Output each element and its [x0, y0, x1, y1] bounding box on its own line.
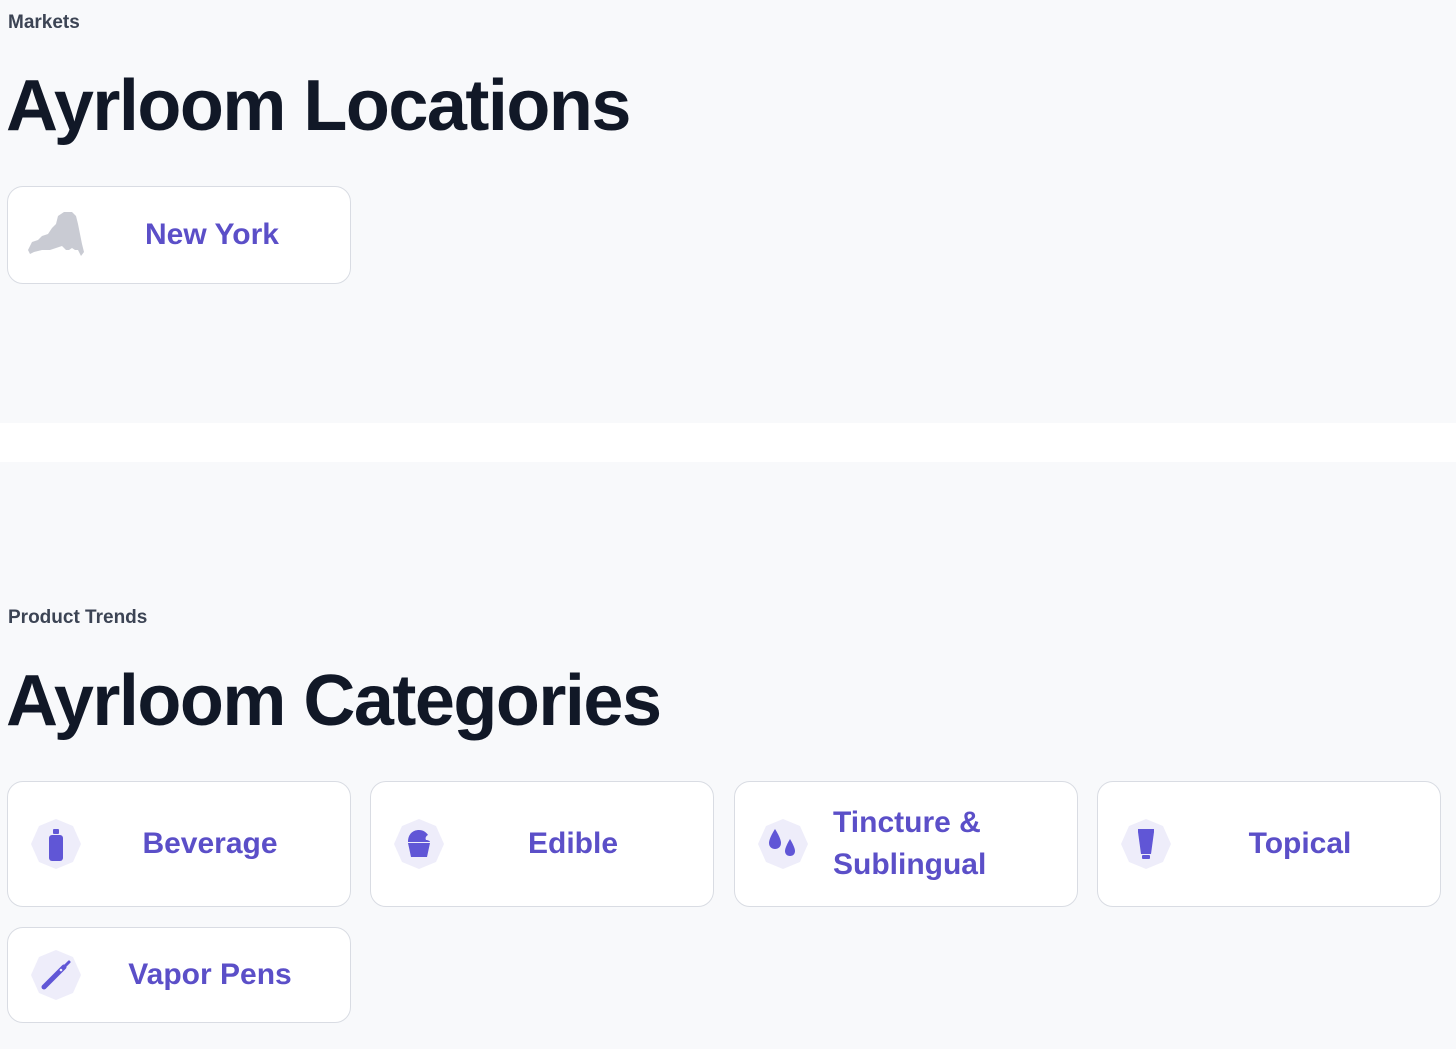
market-card-label: New York — [145, 218, 279, 251]
category-card-label: Edible — [527, 827, 618, 860]
categories-eyebrow: Product Trends — [8, 607, 148, 628]
category-card-label: Vapor Pens — [128, 958, 292, 991]
markets-heading: Ayrloom Locations — [6, 66, 631, 146]
category-card-vapor-pens[interactable]: Vapor Pens — [7, 927, 351, 1023]
category-card-label: Beverage — [142, 827, 278, 860]
new-york-state-icon — [26, 209, 86, 261]
category-card-label: Tincture & Sublingual — [833, 806, 987, 881]
category-card-edible[interactable]: Edible — [370, 781, 714, 907]
markets-eyebrow: Markets — [8, 12, 80, 33]
topical-tube-icon — [1120, 818, 1172, 870]
vapor-pen-icon — [30, 949, 82, 1001]
category-card-label: Topical — [1248, 827, 1352, 860]
tincture-drops-icon — [757, 818, 809, 870]
category-card-tincture-sublingual[interactable]: Tincture & Sublingual — [734, 781, 1078, 907]
beverage-bottle-icon — [30, 818, 82, 870]
categories-heading: Ayrloom Categories — [6, 661, 662, 741]
markets-section: Markets Ayrloom Locations New York — [0, 0, 1456, 423]
category-card-beverage[interactable]: Beverage — [7, 781, 351, 907]
category-card-topical[interactable]: Topical — [1097, 781, 1441, 907]
edible-cupcake-icon — [393, 818, 445, 870]
market-card-new-york[interactable]: New York — [7, 186, 351, 284]
categories-section: Product Trends Ayrloom Categories Bevera… — [0, 462, 1456, 1049]
